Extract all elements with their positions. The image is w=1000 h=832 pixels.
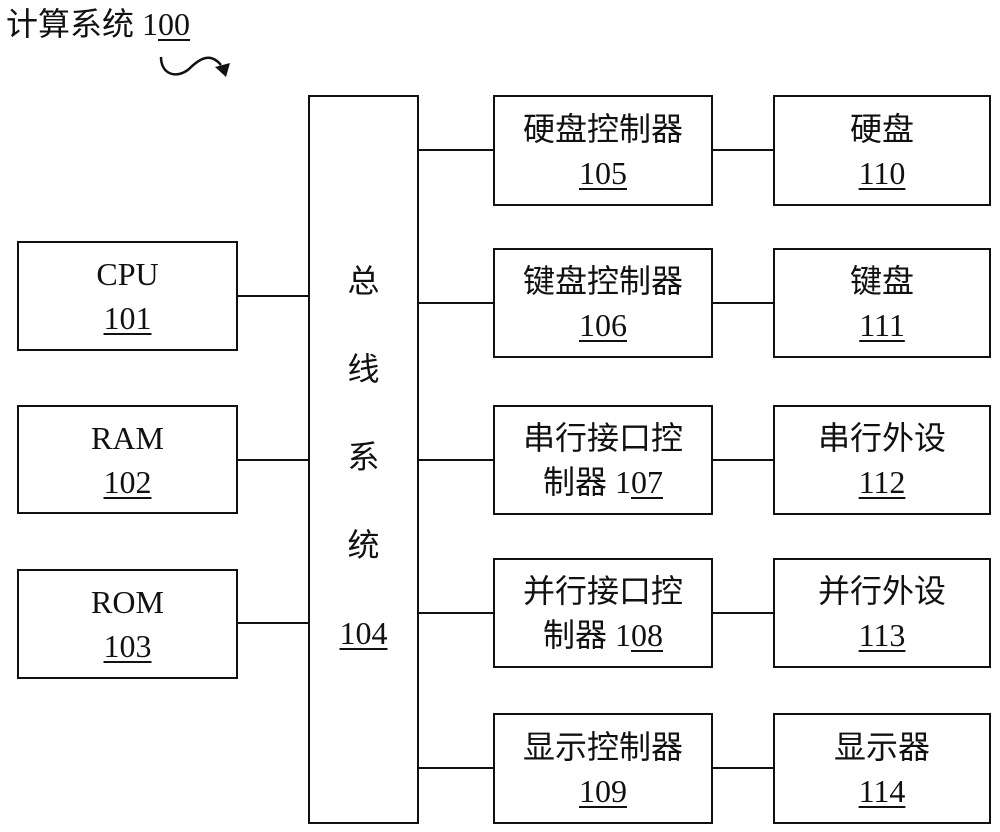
- rom-box: ROM 103: [17, 569, 238, 679]
- device-ref: 110: [858, 154, 906, 191]
- controller-ref: 106: [579, 307, 627, 343]
- display-controller-box: 显示控制器 109: [493, 713, 713, 824]
- serial-peripheral-box: 串行外设 112: [773, 405, 991, 515]
- bus-char: 系: [347, 439, 380, 475]
- controller-label: 键盘控制器: [522, 263, 683, 299]
- connector-bus-ctrl-106: [418, 302, 494, 304]
- controller-ref: 105: [579, 154, 627, 191]
- connector-bus-ctrl-109: [418, 767, 494, 769]
- controller-ref: 07: [631, 464, 663, 500]
- bus-ref: 104: [339, 615, 388, 651]
- controller-label: 并行接口控: [522, 573, 683, 609]
- figure-title: 计算系统 100: [6, 4, 190, 44]
- cpu-label: CPU: [96, 256, 159, 292]
- serial-controller-box: 串行接口控 制器 107: [493, 405, 713, 515]
- device-ref: 112: [858, 464, 906, 500]
- connector-bus-ctrl-107: [418, 459, 494, 461]
- display-box: 显示器 114: [773, 713, 991, 824]
- rom-label: ROM: [91, 584, 164, 620]
- connector-ram-bus: [237, 459, 309, 461]
- device-ref: 113: [858, 617, 906, 653]
- connector-ctrl-device-111: [712, 302, 774, 304]
- cpu-ref: 101: [103, 300, 152, 336]
- ram-box: RAM 102: [17, 405, 238, 514]
- connector-ctrl-device-112: [712, 459, 774, 461]
- controller-ref-line: 制器 107: [543, 460, 663, 504]
- curved-arrow-icon: [159, 56, 230, 77]
- controller-ref-prefix: 制器 1: [542, 617, 631, 653]
- controller-ref-line: 制器 108: [543, 613, 663, 657]
- controller-label: 串行接口控: [522, 420, 683, 456]
- bus-char: 统: [347, 527, 380, 563]
- device-label: 硬盘: [849, 110, 914, 147]
- cpu-box: CPU 101: [17, 241, 238, 351]
- controller-ref: 109: [579, 772, 627, 809]
- bus-system-box: 总 线 系 统 104: [308, 95, 419, 824]
- device-label: 并行外设: [817, 573, 946, 609]
- device-ref: 111: [859, 307, 905, 343]
- device-label: 键盘: [849, 263, 914, 299]
- parallel-peripheral-box: 并行外设 113: [773, 558, 991, 668]
- rom-ref: 103: [103, 628, 152, 664]
- device-ref: 114: [858, 772, 906, 809]
- parallel-controller-box: 并行接口控 制器 108: [493, 558, 713, 668]
- keyboard-controller-box: 键盘控制器 106: [493, 248, 713, 358]
- connector-ctrl-device-114: [712, 767, 774, 769]
- connector-bus-ctrl-108: [418, 612, 494, 614]
- controller-label: 硬盘控制器: [522, 110, 683, 147]
- controller-ref: 08: [631, 617, 663, 653]
- hdd-controller-box: 硬盘控制器 105: [493, 95, 713, 206]
- keyboard-box: 键盘 111: [773, 248, 991, 358]
- controller-ref-prefix: 制器 1: [542, 464, 631, 500]
- figure-title-text: 计算系统 1: [6, 6, 159, 42]
- connector-rom-bus: [237, 622, 309, 624]
- bus-char: 线: [347, 351, 380, 387]
- device-label: 显示器: [833, 728, 930, 765]
- hard-disk-box: 硬盘 110: [773, 95, 991, 206]
- figure-ref: 00: [158, 6, 191, 42]
- connector-ctrl-device-113: [712, 612, 774, 614]
- connector-ctrl-device-110: [712, 149, 774, 151]
- connector-bus-ctrl-105: [418, 149, 494, 151]
- device-label: 串行外设: [817, 420, 946, 456]
- ram-ref: 102: [103, 463, 152, 500]
- connector-cpu-bus: [237, 295, 309, 297]
- ram-label: RAM: [91, 419, 164, 456]
- bus-char: 总: [347, 263, 380, 299]
- controller-label: 显示控制器: [522, 728, 683, 765]
